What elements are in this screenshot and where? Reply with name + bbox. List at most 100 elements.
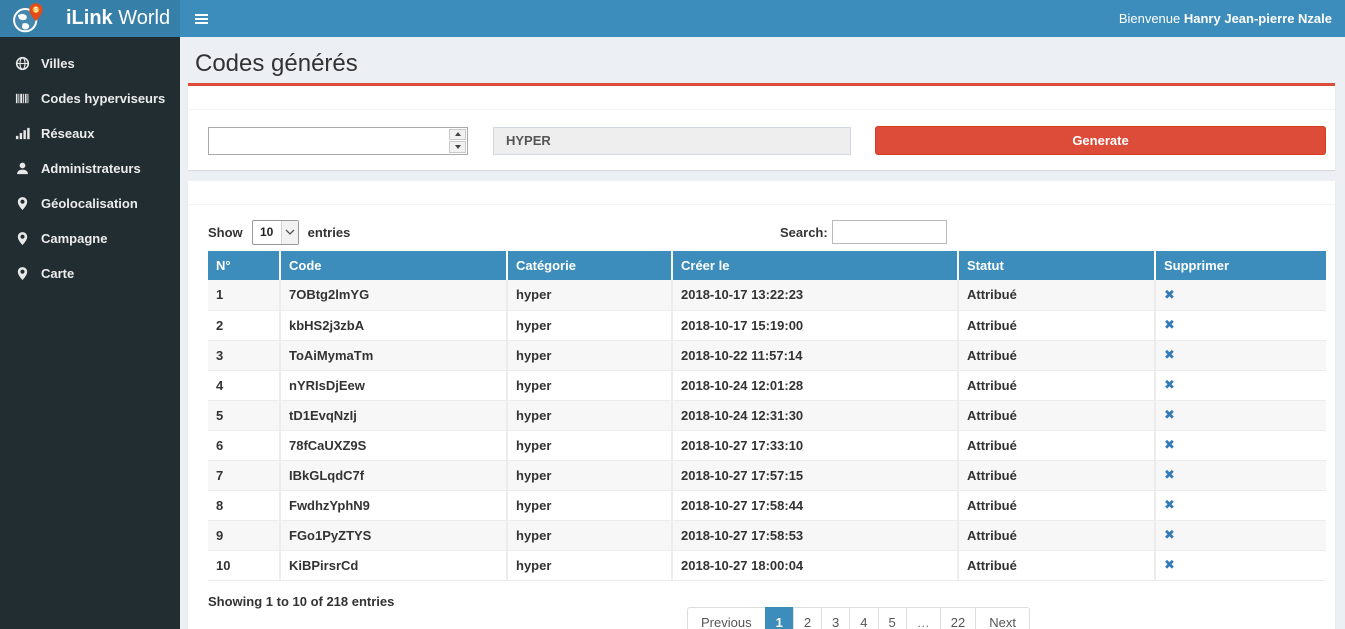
delete-icon[interactable]: ✖ <box>1164 287 1175 302</box>
status-cell: Attribué <box>958 280 1155 310</box>
column-header[interactable]: Créer le <box>672 251 958 280</box>
table-row: 2 kbHS2j3zbA hyper 2018-10-17 15:19:00 A… <box>208 310 1326 340</box>
sidebar-toggle-icon[interactable] <box>180 0 222 37</box>
table-footer: Showing 1 to 10 of 218 entries Previous1… <box>208 594 1326 629</box>
sidebar-item-label: Villes <box>41 56 75 71</box>
delete-icon[interactable]: ✖ <box>1164 557 1175 572</box>
spinner-up-icon[interactable] <box>449 129 466 141</box>
column-header[interactable]: N° <box>208 251 280 280</box>
created-date-cell: 2018-10-17 15:19:00 <box>672 310 958 340</box>
created-date-cell: 2018-10-27 17:57:15 <box>672 460 958 490</box>
navbar: Bienvenue Hanry Jean-pierre Nzale <box>180 0 1345 37</box>
status-cell: Attribué <box>958 370 1155 400</box>
user-icon <box>15 161 32 176</box>
pagination-previous[interactable]: Previous <box>687 607 766 629</box>
column-header[interactable]: Supprimer <box>1155 251 1326 280</box>
sidebar-item-label: Administrateurs <box>41 161 141 176</box>
category-cell: hyper <box>507 490 672 520</box>
category-cell: hyper <box>507 400 672 430</box>
status-cell: Attribué <box>958 340 1155 370</box>
user-name: Hanry Jean-pierre Nzale <box>1184 11 1332 26</box>
delete-icon[interactable]: ✖ <box>1164 467 1175 482</box>
delete-icon[interactable]: ✖ <box>1164 527 1175 542</box>
created-date-cell: 2018-10-22 11:57:14 <box>672 340 958 370</box>
category-cell: hyper <box>507 310 672 340</box>
table-row: 5 tD1EvqNzIj hyper 2018-10-24 12:31:30 A… <box>208 400 1326 430</box>
row-number-cell: 6 <box>208 430 280 460</box>
code-cell: nYRIsDjEew <box>280 370 507 400</box>
delete-icon[interactable]: ✖ <box>1164 407 1175 422</box>
pagination-page-2[interactable]: 2 <box>793 607 822 629</box>
sidebar-item-administrateurs[interactable]: Administrateurs <box>0 151 180 186</box>
sidebar-item-label: Géolocalisation <box>41 196 138 211</box>
sidebar-item-label: Carte <box>41 266 74 281</box>
search-input[interactable] <box>832 220 947 244</box>
user-welcome[interactable]: Bienvenue Hanry Jean-pierre Nzale <box>1119 11 1345 26</box>
code-cell: 7OBtg2lmYG <box>280 280 507 310</box>
pagination-page-5[interactable]: 5 <box>878 607 907 629</box>
sidebar-item-label: Réseaux <box>41 126 94 141</box>
generate-button[interactable]: Generate <box>875 126 1326 155</box>
pagination-page-22[interactable]: 22 <box>940 607 976 629</box>
code-cell: 78fCaUXZ9S <box>280 430 507 460</box>
number-spinner <box>449 129 466 153</box>
code-generation-panel: HYPER Generate <box>188 83 1335 170</box>
table-row: 4 nYRIsDjEew hyper 2018-10-24 12:01:28 A… <box>208 370 1326 400</box>
delete-icon[interactable]: ✖ <box>1164 347 1175 362</box>
barcode-icon <box>15 91 32 106</box>
row-number-cell: 5 <box>208 400 280 430</box>
quantity-field[interactable] <box>209 128 467 154</box>
sidebar-item-label: Codes hyperviseurs <box>41 91 165 106</box>
sidebar-item-carte[interactable]: Carte <box>0 256 180 291</box>
table-row: 9 FGo1PyZTYS hyper 2018-10-27 17:58:53 A… <box>208 520 1326 550</box>
sidebar-item-label: Campagne <box>41 231 107 246</box>
delete-icon[interactable]: ✖ <box>1164 317 1175 332</box>
category-input: HYPER <box>493 127 851 155</box>
sidebar-item-reseaux[interactable]: Réseaux <box>0 116 180 151</box>
category-cell: hyper <box>507 520 672 550</box>
table-box-header <box>188 181 1335 205</box>
page-length-select[interactable]: 10 <box>252 220 299 245</box>
code-cell: IBkGLqdC7f <box>280 460 507 490</box>
column-header[interactable]: Catégorie <box>507 251 672 280</box>
status-cell: Attribué <box>958 550 1155 580</box>
sidebar-item-campagne[interactable]: Campagne <box>0 221 180 256</box>
row-number-cell: 2 <box>208 310 280 340</box>
category-cell: hyper <box>507 550 672 580</box>
created-date-cell: 2018-10-17 13:22:23 <box>672 280 958 310</box>
pagination-next[interactable]: Next <box>975 607 1030 629</box>
table-row: 8 FwdhzYphN9 hyper 2018-10-27 17:58:44 A… <box>208 490 1326 520</box>
created-date-cell: 2018-10-24 12:31:30 <box>672 400 958 430</box>
pagination-page-1[interactable]: 1 <box>765 607 794 629</box>
status-cell: Attribué <box>958 490 1155 520</box>
table-row: 1 7OBtg2lmYG hyper 2018-10-17 13:22:23 A… <box>208 280 1326 310</box>
code-cell: FwdhzYphN9 <box>280 490 507 520</box>
table-row: 7 IBkGLqdC7f hyper 2018-10-27 17:57:15 A… <box>208 460 1326 490</box>
row-number-cell: 4 <box>208 370 280 400</box>
signal-icon <box>15 126 32 141</box>
search-group: Search: <box>780 220 947 244</box>
category-cell: hyper <box>507 280 672 310</box>
spinner-down-icon[interactable] <box>449 141 466 153</box>
created-date-cell: 2018-10-27 17:58:44 <box>672 490 958 520</box>
delete-icon[interactable]: ✖ <box>1164 377 1175 392</box>
delete-icon[interactable]: ✖ <box>1164 437 1175 452</box>
category-cell: hyper <box>507 340 672 370</box>
entries-label: entries <box>308 225 351 240</box>
sidebar-item-codes-hyperviseurs[interactable]: Codes hyperviseurs <box>0 81 180 116</box>
sidebar-item-villes[interactable]: Villes <box>0 46 180 81</box>
app-logo[interactable]: $ iLink World <box>0 0 180 37</box>
table-controls: Show 10 entries Search: <box>208 219 1326 245</box>
sidebar-item-geolocalisation[interactable]: Géolocalisation <box>0 186 180 221</box>
row-number-cell: 8 <box>208 490 280 520</box>
pagination-ellipsis: … <box>906 607 941 629</box>
quantity-input[interactable] <box>208 127 468 155</box>
form-row: HYPER Generate <box>188 110 1335 170</box>
delete-icon[interactable]: ✖ <box>1164 497 1175 512</box>
pagination-page-3[interactable]: 3 <box>821 607 850 629</box>
column-header[interactable]: Code <box>280 251 507 280</box>
column-header[interactable]: Statut <box>958 251 1155 280</box>
page-title: Codes générés <box>195 50 1328 78</box>
pagination-page-4[interactable]: 4 <box>849 607 878 629</box>
sidebar-menu: Villes Codes hyperviseurs Réseaux Admini… <box>0 37 180 629</box>
